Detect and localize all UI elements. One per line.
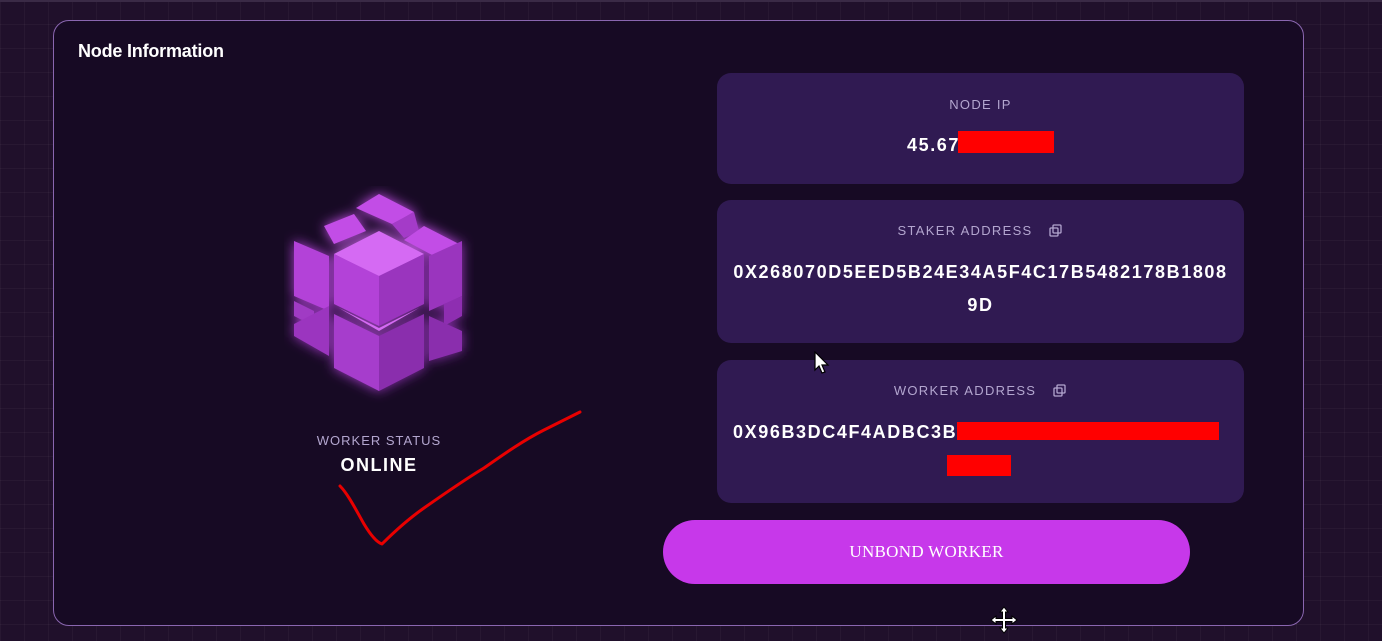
- staker-address-label: STAKER ADDRESS: [897, 223, 1033, 238]
- worker-address-redaction-line2: [947, 455, 1011, 476]
- unbond-worker-button[interactable]: UNBOND WORKER: [663, 520, 1190, 584]
- ip-redaction: [958, 131, 1055, 153]
- worker-address-redaction: [957, 422, 1220, 440]
- worker-address-label-row: WORKER ADDRESS: [717, 383, 1244, 398]
- top-border: [0, 0, 1382, 2]
- red-checkmark-annotation: [338, 410, 582, 546]
- staker-address-label-row: STAKER ADDRESS: [717, 223, 1244, 238]
- worker-address-visible: 0X96B3DC4F4ADBC3B: [733, 422, 958, 442]
- worker-address-card: WORKER ADDRESS 0X96B3DC4F4ADBC3B: [717, 360, 1244, 503]
- mouse-pointer-icon: [814, 351, 830, 374]
- panel-title: Node Information: [78, 41, 224, 61]
- node-ip-label: NODE IP: [949, 97, 1012, 112]
- node-ip-visible: 45.67: [906, 135, 961, 155]
- node-ip-value: 45.67: [731, 129, 1230, 162]
- move-cursor-icon: [990, 606, 1018, 634]
- staker-address-card: STAKER ADDRESS 0X268070D5EED5B24E34A5F4C…: [717, 200, 1244, 343]
- copy-icon[interactable]: [1049, 224, 1063, 238]
- staker-address-value: 0X268070D5EED5B24E34A5F4C17B5482178B1808…: [733, 262, 1228, 315]
- node-ip-card: NODE IP 45.67: [717, 73, 1244, 184]
- worker-address-value: 0X96B3DC4F4ADBC3B: [733, 416, 1228, 449]
- node-cube-icon: [284, 186, 474, 406]
- copy-icon[interactable]: [1053, 384, 1067, 398]
- worker-address-label: WORKER ADDRESS: [893, 383, 1037, 398]
